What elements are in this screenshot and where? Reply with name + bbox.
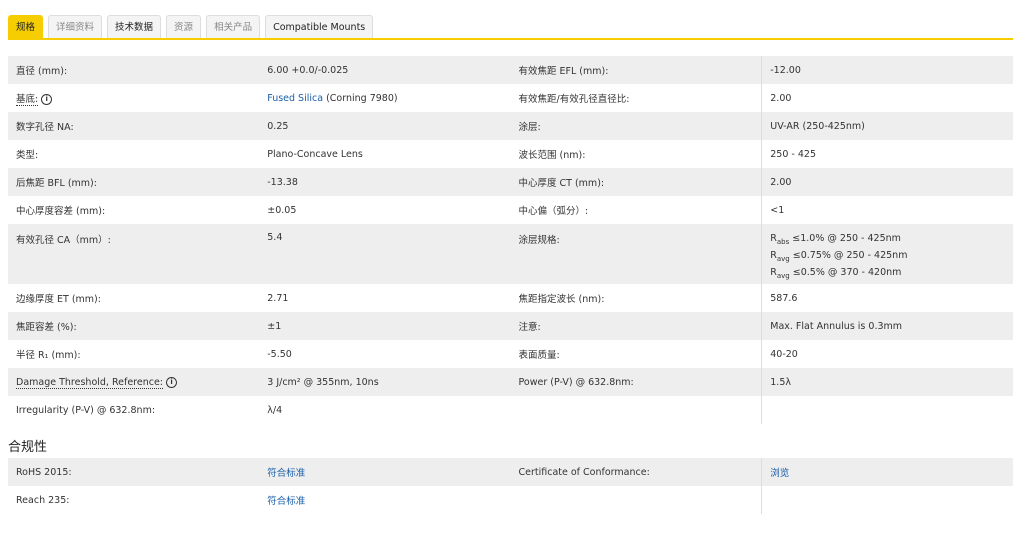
spec-label: 焦距容差 (%): (8, 312, 260, 340)
compliance-link[interactable]: 符合标准 (267, 496, 305, 507)
spec-label: 注意: (510, 312, 762, 340)
spec-row: 直径 (mm): 6.00 +0.0/-0.025 有效焦距 EFL (mm): -1… (8, 56, 1013, 84)
compliance-table: RoHS 2015: 符合标准 Certificate of Conformance… (8, 458, 1013, 514)
compliance-row: Reach 235: 符合标准 (8, 486, 1013, 514)
coating-spec-line: Ravg ≤0.75% @ 250 - 425nm (770, 249, 908, 263)
spec-value: -13.38 (259, 168, 511, 196)
spec-label: Power (P-V) @ 632.8nm: (510, 368, 762, 396)
spec-value: 6.00 +0.0/-0.025 (259, 56, 511, 84)
spec-value: Max. Flat Annulus is 0.3mm (761, 312, 1013, 340)
spec-label: 基底: i (8, 84, 259, 112)
spec-label: 表面质量: (518, 350, 560, 361)
spec-value: Plano-Concave Lens (267, 148, 363, 160)
compliance-cell: 符合标准 (259, 458, 511, 486)
spec-value: <1 (761, 196, 1013, 224)
spec-row: Irregularity (P-V) @ 632.8nm: λ/4 (8, 396, 1013, 424)
spec-label: 直径 (mm): (8, 56, 260, 84)
compliance-cell: Reach 235: (8, 486, 260, 514)
spec-label: Irregularity (P-V) @ 632.8nm: (16, 404, 156, 416)
compliance-cell: Certificate of Conformance: (510, 458, 762, 486)
spec-label: 波长范围 (nm): (518, 150, 586, 161)
spec-label: 有效焦距 EFL (mm): (510, 56, 762, 84)
spec-value: Rabs ≤1.0% @ 250 - 425nm Ravg ≤0.75% @ 25… (761, 224, 1013, 284)
spec-row: 数字孔径 NA: 0.25 涂层: UV-AR (250-425nm) (8, 112, 1013, 140)
info-icon[interactable]: i (166, 376, 178, 388)
spec-value: λ/4 (267, 404, 283, 416)
compliance-link[interactable]: 符合标准 (267, 468, 305, 479)
spec-value: 40-20 (761, 340, 1013, 368)
spec-value: 250 - 425 (761, 140, 1013, 168)
spec-row: 中心厚度容差 (mm): ±0.05 中心偏（弧分）: <1 (8, 196, 1013, 224)
compliance-heading: 合规性 (8, 440, 48, 455)
spec-row: 边缘厚度 ET (mm): 2.71 焦距指定波长 (nm): 587.6 (8, 284, 1013, 312)
specs-table: 直径 (mm): 6.00 +0.0/-0.025 有效焦距 EFL (mm): -1… (8, 56, 1013, 424)
spec-row: 基底: i Fused Silica (Corning 7980) 有效焦距/有效孔… (8, 84, 1013, 112)
info-icon[interactable]: i (41, 94, 53, 105)
tab-compatible-mounts[interactable]: Compatible Mounts (265, 15, 374, 39)
spec-label (511, 396, 762, 424)
spec-row: 焦距容差 (%): ±1 注意: Max. Flat Annulus is 0.3mm (8, 312, 1013, 340)
spec-value: ±0.05 (267, 204, 297, 216)
spec-label: 中心厚度容差 (mm): (16, 206, 106, 217)
spec-value (761, 396, 1013, 424)
tab-technical-data[interactable]: 技术数据 (107, 15, 162, 39)
spec-value: 2.00 (761, 168, 1013, 196)
spec-label: 有效孔径 CA（mm）: (8, 224, 260, 284)
spec-row: 有效孔径 CA（mm）: 5.4 涂层规格: Rabs ≤1.0% @ 250 - 4… (8, 224, 1013, 284)
spec-row: 半径 R₁ (mm): -5.50 表面质量: 40-20 (8, 340, 1013, 368)
spec-label: 涂层规格: (510, 224, 762, 284)
spec-label: 半径 R₁ (mm): (16, 350, 81, 361)
spec-label: 有效焦距/有效孔径直径比: (518, 94, 630, 105)
coating-spec-line: Rabs ≤1.0% @ 250 - 425nm (770, 233, 901, 246)
spec-row: 后焦距 BFL (mm): -13.38 中心厚度 CT (mm): 2.00 (8, 168, 1013, 196)
compliance-cell (761, 486, 1013, 514)
spec-label: 焦距指定波长 (nm): (518, 294, 605, 305)
spec-value: UV-AR (250-425nm) (761, 112, 1013, 140)
spec-label: 后焦距 BFL (mm): (8, 168, 260, 196)
spec-label: 边缘厚度 ET (mm): (16, 294, 101, 305)
spec-label: 中心厚度 CT (mm): (510, 168, 762, 196)
compliance-cell (510, 486, 762, 514)
tab-bar: 规格 详细资料 技术数据 资源 相关产品 Compatible Mounts (8, 15, 374, 39)
spec-value: Fused Silica (Corning 7980) (259, 84, 510, 112)
substrate-suffix: (Corning 7980) (323, 92, 398, 104)
damage-threshold-label[interactable]: Damage Threshold, Reference: (16, 376, 164, 389)
spec-value: 587.6 (761, 284, 1013, 312)
spec-value: ±1 (259, 312, 511, 340)
spec-label: 数字孔径 NA: (8, 112, 260, 140)
spec-value: 1.5λ (761, 368, 1013, 396)
spec-value: -12.00 (761, 56, 1013, 84)
spec-label: 涂层: (510, 112, 762, 140)
spec-value: 2.71 (267, 292, 289, 304)
spec-value: 2.00 (761, 84, 1013, 112)
spec-label: Damage Threshold, Reference: i (8, 368, 260, 396)
tab-details[interactable]: 详细资料 (48, 15, 103, 39)
spec-row: 类型: Plano-Concave Lens 波长范围 (nm): 250 - 425 (8, 140, 1013, 168)
tab-related-products[interactable]: 相关产品 (206, 15, 261, 39)
compliance-cell: 浏览 (761, 458, 1013, 486)
compliance-cell: RoHS 2015: (8, 458, 260, 486)
substrate-label[interactable]: 基底: (16, 94, 39, 106)
tab-resources[interactable]: 资源 (166, 15, 202, 39)
tab-specs[interactable]: 规格 (8, 15, 44, 39)
spec-value: 0.25 (259, 112, 511, 140)
compliance-row: RoHS 2015: 符合标准 Certificate of Conformance… (8, 458, 1013, 486)
spec-value: 5.4 (259, 224, 511, 284)
fused-silica-link[interactable]: Fused Silica (267, 93, 323, 104)
spec-value: -5.50 (267, 348, 292, 360)
coating-spec-line: Ravg ≤0.5% @ 370 - 420nm (770, 266, 902, 280)
spec-value: 3 J/cm² @ 355nm, 10ns (259, 368, 511, 396)
spec-label: 中心偏（弧分）: (518, 206, 589, 217)
compliance-cell: 符合标准 (259, 486, 511, 514)
compliance-link[interactable]: 浏览 (770, 468, 789, 479)
tab-underline (8, 38, 1013, 40)
spec-label: 类型: (16, 150, 39, 161)
spec-row: Damage Threshold, Reference: i3 J/cm² @ … (8, 368, 1013, 396)
